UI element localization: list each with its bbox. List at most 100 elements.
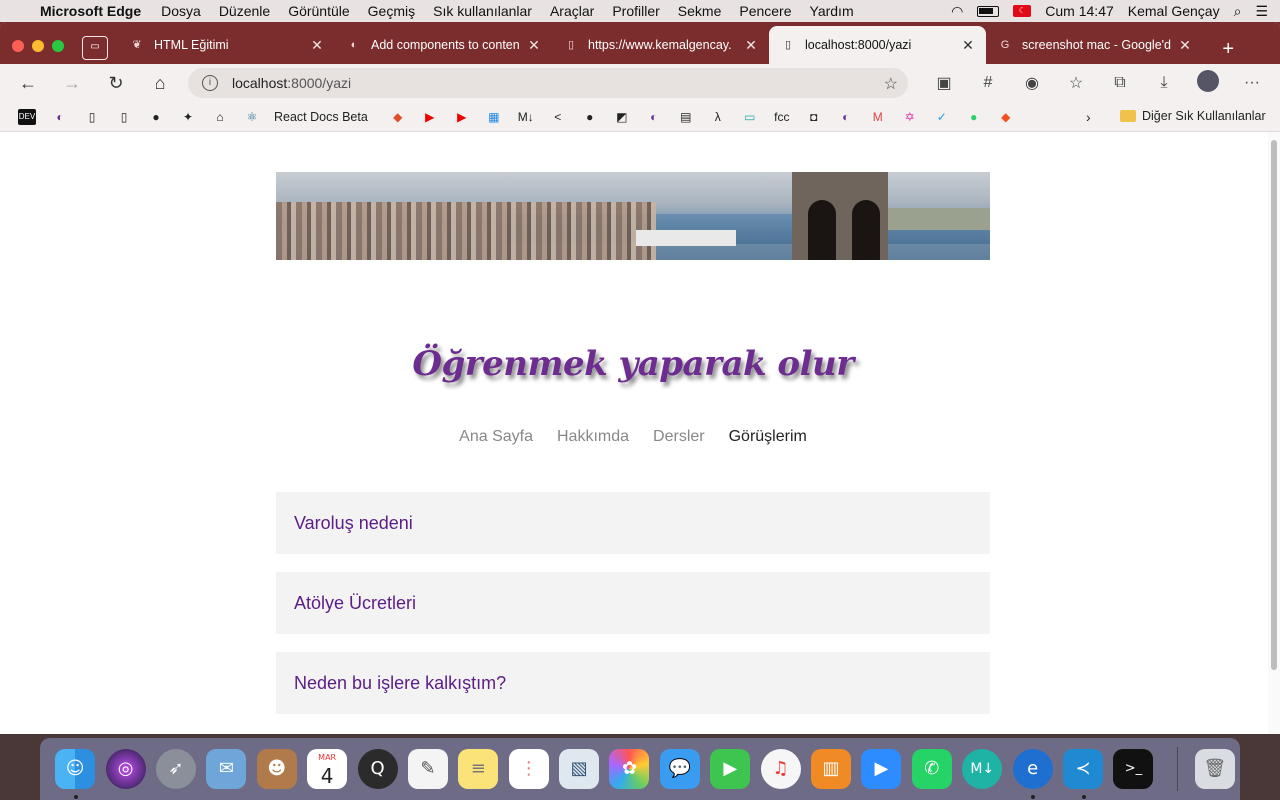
dock-quicktime[interactable]: Q [352, 747, 402, 791]
dock-facetime[interactable]: ▶ [705, 747, 755, 791]
bookmark-folder-other[interactable]: Diğer Sık Kullanılanlar [1120, 109, 1266, 123]
dev-bookmark-icon[interactable]: DEV [18, 108, 36, 125]
dock-messages[interactable]: 💬 [655, 747, 705, 791]
markdown-bookmark-icon[interactable]: M↓ [510, 109, 542, 125]
lambda-bookmark-icon[interactable]: λ [702, 109, 734, 125]
grid-extension-icon[interactable]: # [966, 74, 1010, 92]
chat-bookmark-icon[interactable]: ▭ [734, 109, 766, 125]
dock-siri[interactable]: ◎ [100, 747, 150, 791]
git-bookmark-icon[interactable]: ◆ [382, 109, 414, 125]
dock-notes[interactable]: ≡ [453, 747, 503, 791]
dock-textedit[interactable]: ✎ [403, 747, 453, 791]
gatsby-bookmark-icon[interactable]: ◐ [44, 109, 76, 125]
tab-kemalgencay[interactable]: ▯ https://www.kemalgencay. ✕ [552, 26, 769, 64]
site-title[interactable]: Öğrenmek yaparak olur [276, 344, 990, 384]
gatsby-bookmark-icon[interactable]: ◐ [638, 109, 670, 125]
dock-zoom[interactable]: ▶ [856, 747, 906, 791]
favorites-icon[interactable]: ☆ [1054, 73, 1098, 93]
dock-preview[interactable]: ▧ [554, 747, 604, 791]
gmail-bookmark-icon[interactable]: M [862, 109, 894, 125]
freecodecamp-bookmark-icon[interactable]: fcc [766, 109, 798, 125]
menu-profiller[interactable]: Profiller [612, 3, 659, 19]
tab-localhost-yazi[interactable]: ▯ localhost:8000/yazi ✕ [769, 26, 986, 64]
menu-sekme[interactable]: Sekme [678, 3, 722, 19]
nav-dersler[interactable]: Dersler [653, 428, 705, 446]
bookmark-react-docs[interactable]: React Docs Beta [274, 110, 368, 124]
clock[interactable]: Cum 14:47 [1045, 3, 1113, 19]
menu-araclar[interactable]: Araçlar [550, 3, 594, 19]
github-icon[interactable]: ● [574, 109, 606, 125]
post-card-atolye-ucretleri[interactable]: Atölye Ücretleri [276, 572, 990, 634]
site-info-icon[interactable]: i [202, 75, 218, 91]
menu-goruntule[interactable]: Görüntüle [288, 3, 349, 19]
close-tab-icon[interactable]: ✕ [960, 37, 976, 54]
dock-vscode[interactable]: ≺ [1058, 747, 1108, 799]
control-center-icon[interactable]: ☰ [1255, 3, 1268, 20]
dock-books[interactable]: ▥ [806, 747, 856, 791]
post-card-varolus-nedeni[interactable]: Varoluş nedeni [276, 492, 990, 554]
graphql-bookmark-icon[interactable]: ✡ [894, 109, 926, 125]
scrollbar-thumb[interactable] [1271, 140, 1277, 670]
forward-icon[interactable]: → [50, 73, 94, 94]
tab-add-components[interactable]: ◐ Add components to conten ✕ [335, 26, 552, 64]
dock-finder[interactable]: ☺ [50, 747, 100, 799]
gatsby-bookmark-icon[interactable]: ◐ [830, 109, 862, 125]
dock-markdown[interactable]: M↓ [957, 747, 1007, 791]
bird-bookmark-icon[interactable]: ✦ [172, 109, 204, 125]
twitter-bookmark-icon[interactable]: ✓ [926, 109, 958, 125]
add-favorite-icon[interactable]: ☆ [884, 74, 898, 94]
dock-trash[interactable]: 🗑 [1190, 747, 1240, 791]
codepen-bookmark-icon[interactable]: ◩ [606, 109, 638, 125]
spotlight-search-icon[interactable]: ⌕ [1234, 3, 1242, 20]
tab-html-egitimi[interactable]: ❦ HTML Eğitimi ✕ [118, 26, 335, 64]
whatsapp-bookmark-icon[interactable]: ● [958, 109, 990, 125]
dock-reminders[interactable]: ⋮ [504, 747, 554, 791]
download-icon[interactable]: ⤓ [1142, 74, 1186, 92]
dock-launchpad[interactable]: ➶ [151, 747, 201, 791]
close-tab-icon[interactable]: ✕ [309, 37, 325, 54]
app-name-menu[interactable]: Microsoft Edge [40, 3, 141, 19]
collections-icon[interactable]: ⧉ [1098, 74, 1142, 92]
figma-bookmark-icon[interactable]: ◆ [990, 109, 1022, 125]
code-bookmark-icon[interactable]: < [542, 109, 574, 125]
close-tab-icon[interactable]: ✕ [526, 37, 542, 54]
nav-gorуslerim[interactable]: Görüşlerim [729, 428, 807, 446]
dock-edge[interactable]: e [1007, 747, 1057, 799]
turkish-flag-input-icon[interactable]: ☾ [1013, 5, 1032, 17]
battery-icon[interactable] [977, 5, 1000, 17]
more-options-icon[interactable]: ··· [1230, 74, 1274, 92]
page-bookmark-icon[interactable]: ▯ [108, 109, 140, 125]
close-tab-icon[interactable]: ✕ [1177, 37, 1193, 54]
tag-bookmark-icon[interactable]: ◘ [798, 109, 830, 125]
page-bookmark-icon[interactable]: ▯ [76, 109, 108, 125]
store-bookmark-icon[interactable]: ⌂ [204, 109, 236, 125]
page-scrollbar[interactable] [1268, 132, 1280, 734]
wifi-icon[interactable]: ◠ [951, 3, 963, 20]
fullscreen-window-button[interactable] [52, 40, 64, 52]
post-card-neden-bu-islere[interactable]: Neden bu işlere kalkıştım? [276, 652, 990, 714]
chevron-right-icon[interactable]: › [1086, 109, 1091, 125]
nav-hakkimda[interactable]: Hakkımda [557, 428, 629, 446]
menu-dosya[interactable]: Dosya [161, 3, 201, 19]
dock-mail[interactable]: ✉ [201, 747, 251, 791]
close-tab-icon[interactable]: ✕ [743, 37, 759, 54]
menu-sik-kullanilanlar[interactable]: Sık kullanılanlar [433, 3, 532, 19]
post-title[interactable]: Neden bu işlere kalkıştım? [294, 673, 506, 694]
layout-bookmark-icon[interactable]: ▦ [478, 109, 510, 125]
post-title[interactable]: Varoluş nedeni [294, 513, 413, 534]
menu-duzenle[interactable]: Düzenle [219, 3, 270, 19]
menu-yardim[interactable]: Yardım [810, 3, 854, 19]
youtube-bookmark-icon[interactable]: ▶ [446, 109, 478, 125]
profile-avatar[interactable] [1186, 69, 1230, 97]
close-window-button[interactable] [12, 40, 24, 52]
back-icon[interactable]: ← [6, 73, 50, 94]
user-name[interactable]: Kemal Gençay [1128, 3, 1220, 19]
menu-pencere[interactable]: Pencere [739, 3, 791, 19]
menu-gecmis[interactable]: Geçmiş [368, 3, 415, 19]
circle-bookmark-icon[interactable]: ● [140, 109, 172, 125]
reload-icon[interactable]: ↻ [94, 73, 138, 94]
nav-ana-sayfa[interactable]: Ana Sayfa [459, 428, 533, 446]
tab-screenshot-mac[interactable]: G screenshot mac - Google'd ✕ [986, 26, 1203, 64]
dock-contacts[interactable]: ☻ [252, 747, 302, 791]
new-tab-button[interactable]: + [1222, 38, 1234, 61]
